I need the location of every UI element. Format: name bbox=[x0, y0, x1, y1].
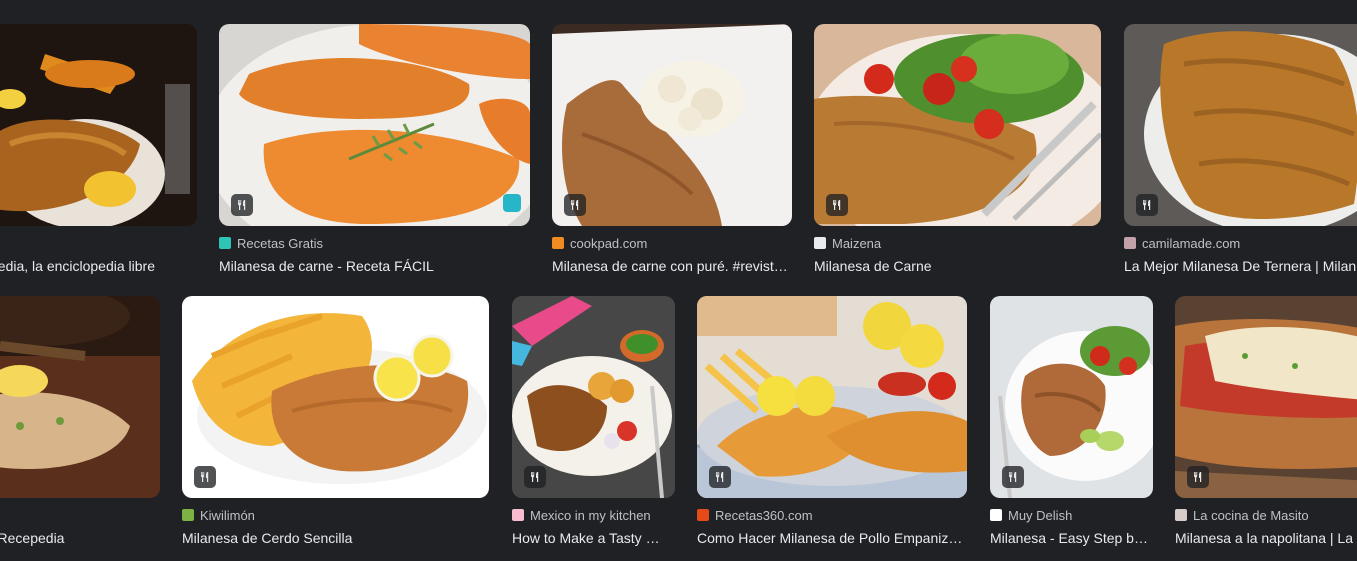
result-thumbnail[interactable] bbox=[552, 24, 792, 226]
image-result-card[interactable]: cookpad.com Milanesa de carne con puré. … bbox=[552, 24, 792, 275]
result-title[interactable]: Milanesa de carne - Receta FÁCIL bbox=[219, 257, 530, 275]
food-image bbox=[552, 24, 792, 226]
result-source[interactable]: camilamade.com bbox=[1124, 235, 1357, 251]
result-source[interactable]: Kiwilimón bbox=[182, 507, 489, 523]
source-name: Kiwilimón bbox=[200, 507, 255, 523]
result-source[interactable]: Recetas360.com bbox=[697, 507, 967, 523]
image-result-card[interactable]: Mexico in my kitchen How to Make a Tasty… bbox=[512, 296, 675, 547]
result-title[interactable]: Milanesa de Cerdo Sencilla bbox=[182, 529, 489, 547]
image-result-card[interactable]: Maizena Milanesa de Carne bbox=[814, 24, 1101, 275]
site-favicon-icon bbox=[1124, 237, 1136, 249]
result-thumbnail[interactable] bbox=[1124, 24, 1357, 226]
fork-knife-icon bbox=[524, 466, 546, 488]
source-name: Recetas Gratis bbox=[237, 235, 323, 251]
result-title[interactable]: | Recepedia bbox=[0, 529, 160, 547]
result-title[interactable]: La Mejor Milanesa De Ternera | Milan bbox=[1124, 257, 1357, 275]
source-name: La cocina de Masito bbox=[1193, 507, 1309, 523]
food-image bbox=[182, 296, 489, 498]
food-image bbox=[814, 24, 1101, 226]
fork-knife-icon bbox=[1136, 194, 1158, 216]
result-thumbnail[interactable] bbox=[512, 296, 675, 498]
fork-knife-icon bbox=[1002, 466, 1024, 488]
result-thumbnail[interactable] bbox=[1175, 296, 1357, 498]
result-thumbnail[interactable] bbox=[0, 24, 197, 226]
result-title[interactable]: Milanesa - Easy Step b… bbox=[990, 529, 1153, 547]
food-image bbox=[1124, 24, 1357, 226]
result-title[interactable]: Como Hacer Milanesa de Pollo Empaniz… bbox=[697, 529, 967, 547]
result-thumbnail[interactable] bbox=[697, 296, 967, 498]
image-result-card[interactable]: Recetas Gratis Milanesa de carne - Recet… bbox=[219, 24, 530, 275]
site-favicon-icon bbox=[1175, 509, 1187, 521]
result-source[interactable] bbox=[0, 235, 197, 251]
source-name: camilamade.com bbox=[1142, 235, 1241, 251]
fork-knife-icon bbox=[194, 466, 216, 488]
image-result-card[interactable]: camilamade.com La Mejor Milanesa De Tern… bbox=[1124, 24, 1357, 275]
result-title[interactable]: Milanesa a la napolitana | La bbox=[1175, 529, 1357, 547]
result-source[interactable]: Maizena bbox=[814, 235, 1101, 251]
fork-knife-icon bbox=[709, 466, 731, 488]
fork-knife-icon bbox=[826, 194, 848, 216]
image-result-card[interactable]: La cocina de Masito Milanesa a la napoli… bbox=[1175, 296, 1357, 547]
result-thumbnail[interactable] bbox=[182, 296, 489, 498]
result-title[interactable]: Milanesa de carne con puré. #revist… bbox=[552, 257, 792, 275]
source-name: Recetas360.com bbox=[715, 507, 813, 523]
fork-knife-icon bbox=[564, 194, 586, 216]
result-source[interactable] bbox=[0, 507, 160, 523]
result-thumbnail[interactable] bbox=[0, 296, 160, 498]
image-results-grid: pedia, la enciclopedia libre Recetas Gra… bbox=[0, 0, 1357, 561]
image-result-card[interactable]: Recetas360.com Como Hacer Milanesa de Po… bbox=[697, 296, 967, 547]
site-favicon-icon bbox=[219, 237, 231, 249]
site-favicon-icon bbox=[814, 237, 826, 249]
site-favicon-icon bbox=[990, 509, 1002, 521]
food-image bbox=[219, 24, 530, 226]
food-image bbox=[0, 24, 197, 226]
image-result-card[interactable]: pedia, la enciclopedia libre bbox=[0, 24, 197, 275]
result-source[interactable]: cookpad.com bbox=[552, 235, 792, 251]
result-title[interactable]: Milanesa de Carne bbox=[814, 257, 1101, 275]
fork-knife-icon bbox=[231, 194, 253, 216]
result-thumbnail[interactable] bbox=[990, 296, 1153, 498]
image-result-card[interactable]: Muy Delish Milanesa - Easy Step b… bbox=[990, 296, 1153, 547]
food-image bbox=[697, 296, 967, 498]
source-name: cookpad.com bbox=[570, 235, 648, 251]
site-favicon-icon bbox=[512, 509, 524, 521]
source-name: Maizena bbox=[832, 235, 882, 251]
site-favicon-icon bbox=[697, 509, 709, 521]
source-name: Mexico in my kitchen bbox=[530, 507, 651, 523]
result-thumbnail[interactable] bbox=[219, 24, 530, 226]
image-result-card[interactable]: | Recepedia bbox=[0, 296, 160, 547]
result-title[interactable]: How to Make a Tasty … bbox=[512, 529, 675, 547]
result-source[interactable]: Recetas Gratis bbox=[219, 235, 530, 251]
result-source[interactable]: Muy Delish bbox=[990, 507, 1153, 523]
image-result-card[interactable]: Kiwilimón Milanesa de Cerdo Sencilla bbox=[182, 296, 489, 547]
site-favicon-icon bbox=[182, 509, 194, 521]
fork-knife-icon bbox=[1187, 466, 1209, 488]
site-favicon-icon bbox=[552, 237, 564, 249]
result-source[interactable]: La cocina de Masito bbox=[1175, 507, 1357, 523]
result-thumbnail[interactable] bbox=[814, 24, 1101, 226]
food-image bbox=[0, 296, 160, 498]
result-title[interactable]: pedia, la enciclopedia libre bbox=[0, 257, 197, 275]
source-name: Muy Delish bbox=[1008, 507, 1073, 523]
result-source[interactable]: Mexico in my kitchen bbox=[512, 507, 675, 523]
